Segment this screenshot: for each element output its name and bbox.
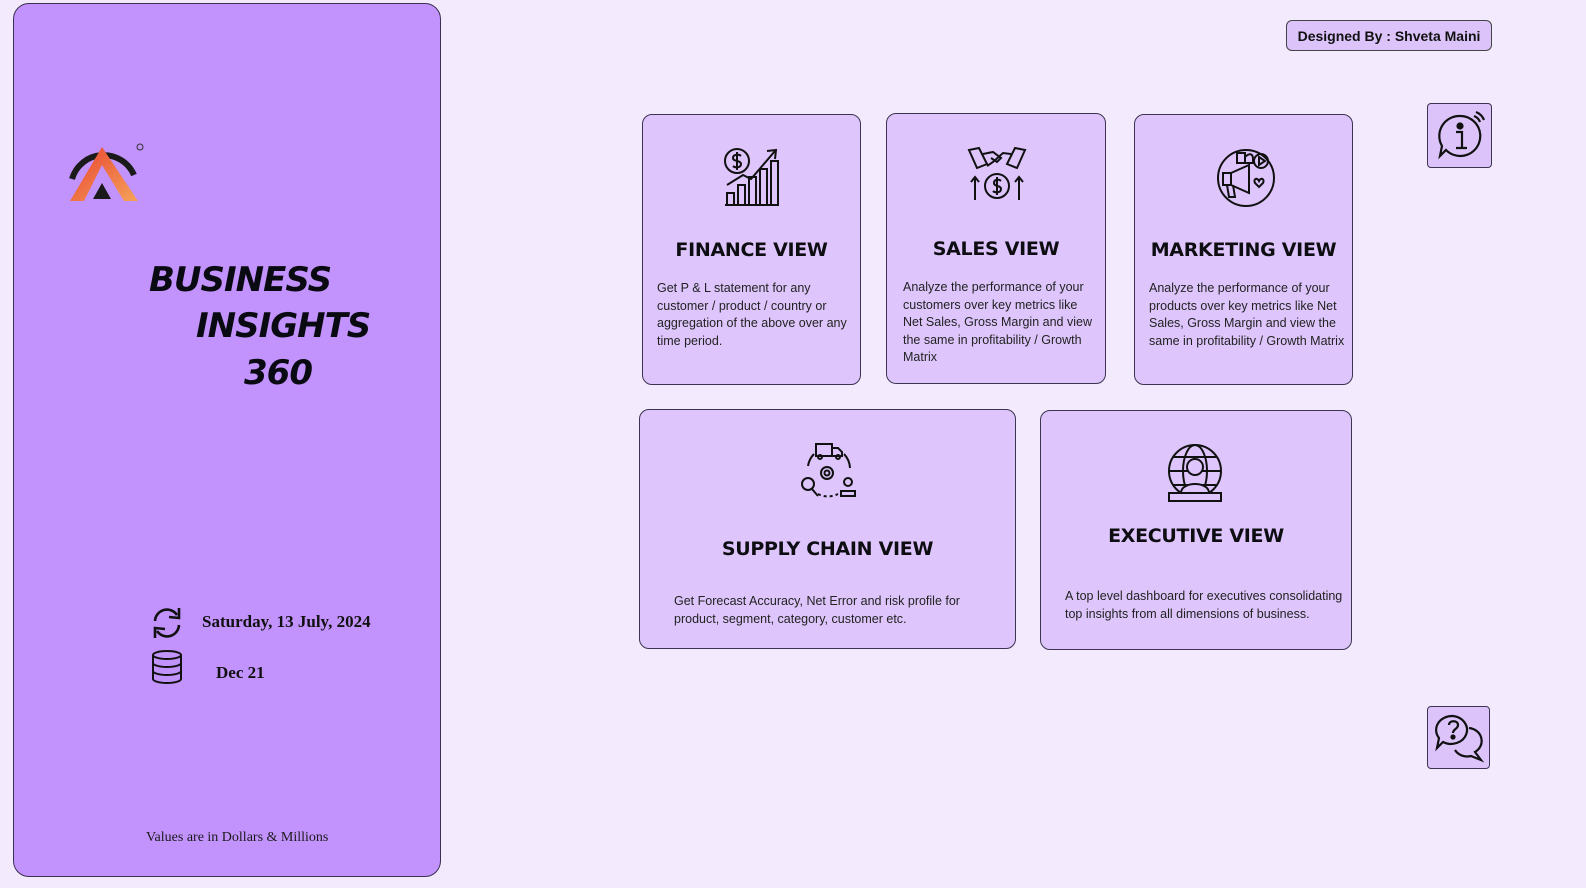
marketing-view-title: MARKETING VIEW: [1150, 239, 1337, 261]
info-icon: [1438, 110, 1486, 160]
refresh-icon: [153, 608, 181, 638]
executive-view-description: A top level dashboard for executives con…: [1065, 589, 1343, 621]
company-logo: [69, 143, 144, 201]
finance-view-title: FINANCE VIEW: [675, 239, 828, 261]
finance-growth-icon: [724, 148, 779, 206]
help-chat-icon: [1435, 714, 1485, 763]
marketing-megaphone-icon: [1217, 149, 1275, 207]
supply-chain-cycle-icon: [801, 443, 856, 498]
database-icon: [152, 650, 182, 684]
left-panel: BUSINESS INSIGHTS 360 Saturday, 13 July,…: [13, 3, 441, 877]
sales-view-description: Analyze the performance of your customer…: [903, 280, 1092, 364]
units-footnote: Values are in Dollars & Millions: [146, 830, 329, 845]
marketing-view-description: Analyze the performance of your products…: [1149, 281, 1345, 348]
marketing-view-card[interactable]: MARKETING VIEW Analyze the performance o…: [1134, 114, 1353, 385]
title-line-1: BUSINESS: [149, 260, 332, 300]
executive-view-card[interactable]: EXECUTIVE VIEW A top level dashboard for…: [1040, 410, 1352, 650]
executive-globe-icon: [1168, 444, 1222, 502]
sales-view-title: SALES VIEW: [932, 238, 1060, 260]
info-button[interactable]: [1427, 103, 1492, 168]
title-line-2: INSIGHTS: [196, 306, 371, 346]
supply-chain-view-description: Get Forecast Accuracy, Net Error and ris…: [674, 594, 960, 626]
sales-view-card[interactable]: SALES VIEW Analyze the performance of yo…: [886, 113, 1106, 384]
handshake-money-icon: [967, 146, 1027, 200]
data-period: Dec 21: [216, 663, 265, 682]
supply-chain-view-title: SUPPLY CHAIN VIEW: [721, 538, 934, 560]
bottom-band: [0, 888, 1586, 892]
help-button[interactable]: [1427, 706, 1490, 769]
finance-view-card[interactable]: FINANCE VIEW Get P & L statement for any…: [642, 114, 861, 385]
designed-by-badge: Designed By : Shveta Maini: [1286, 20, 1492, 51]
finance-view-description: Get P & L statement for any customer / p…: [657, 281, 847, 348]
executive-view-title: EXECUTIVE VIEW: [1108, 525, 1284, 547]
supply-chain-view-card[interactable]: SUPPLY CHAIN VIEW Get Forecast Accuracy,…: [639, 409, 1016, 649]
title-line-3: 360: [244, 353, 313, 393]
refresh-date: Saturday, 13 July, 2024: [202, 612, 371, 631]
